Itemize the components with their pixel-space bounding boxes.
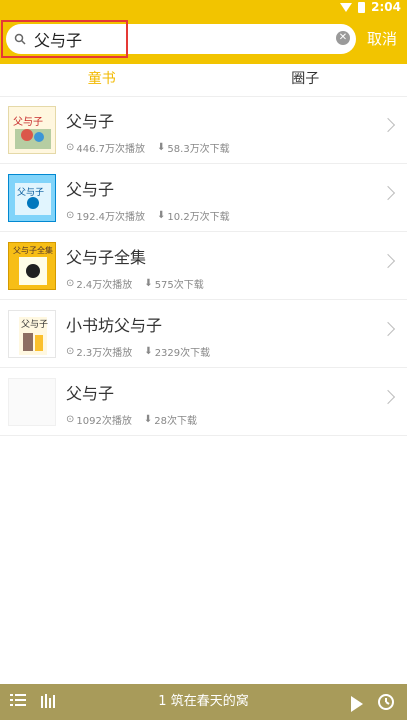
chevron-right-icon: [380, 253, 396, 269]
status-bar: 2:04: [0, 0, 407, 14]
clear-icon[interactable]: ✕: [336, 31, 350, 45]
downloads-stat: ⬇ 10.2万次下载: [157, 208, 230, 223]
wifi-icon: [340, 2, 353, 12]
cover-label: 父与子: [13, 117, 43, 128]
item-title: 父与子: [66, 384, 115, 403]
download-count: 58.3万次下载: [167, 144, 230, 155]
download-count: 2329次下载: [154, 348, 211, 359]
download-count: 575次下载: [154, 280, 204, 291]
list-item[interactable]: 父与子全集 父与子全集 ⊙ 2.4万次播放 ⬇ 575次下载: [0, 232, 407, 300]
now-playing-title[interactable]: 1 筑在春天的窝: [0, 684, 407, 720]
list-item[interactable]: 父与子 父与子 ⊙ 446.7万次播放 ⬇ 58.3万次下载: [0, 96, 407, 164]
play-icon[interactable]: [351, 696, 363, 712]
book-cover: [8, 378, 56, 426]
status-icons: 2:04: [340, 0, 401, 15]
plays-stat: ⊙ 2.3万次播放: [66, 344, 132, 359]
book-cover: 父与子: [8, 310, 56, 358]
cover-label: 父与子: [17, 188, 45, 198]
search-input[interactable]: [34, 25, 324, 53]
chevron-right-icon: [380, 389, 396, 405]
downloads-stat: ⬇ 575次下载: [144, 276, 203, 291]
play-count-icon: ⊙: [66, 414, 75, 425]
item-meta: ⊙ 2.3万次播放 ⬇ 2329次下载: [66, 344, 210, 359]
cancel-button[interactable]: 取消: [367, 27, 397, 51]
item-title: 父与子全集: [66, 248, 147, 267]
cover-label: 父与子全集: [13, 246, 53, 255]
downloads-stat: ⬇ 58.3万次下载: [157, 140, 230, 155]
list-item[interactable]: 父与子 小书坊父与子 ⊙ 2.3万次播放 ⬇ 2329次下载: [0, 300, 407, 368]
item-meta: ⊙ 2.4万次播放 ⬇ 575次下载: [66, 276, 204, 291]
download-icon: ⬇: [144, 346, 153, 357]
chevron-right-icon: [380, 117, 396, 133]
play-count: 2.3万次播放: [76, 348, 133, 359]
download-icon: ⬇: [157, 210, 166, 221]
download-count: 10.2万次下载: [167, 212, 230, 223]
search-bar: ✕ 取消: [0, 14, 407, 64]
book-cover: 父与子: [8, 106, 56, 154]
item-meta: ⊙ 1092次播放 ⬇ 28次下载: [66, 412, 197, 427]
list-item[interactable]: 父与子 ⊙ 1092次播放 ⬇ 28次下载: [0, 368, 407, 436]
download-count: 28次下载: [154, 416, 197, 427]
play-count: 1092次播放: [76, 416, 132, 427]
results-list: 父与子 父与子 ⊙ 446.7万次播放 ⬇ 58.3万次下载 父与子 父与子 ⊙…: [0, 96, 407, 436]
chevron-right-icon: [380, 185, 396, 201]
cover-label: 父与子: [21, 320, 49, 330]
play-count: 446.7万次播放: [76, 144, 146, 155]
plays-stat: ⊙ 2.4万次播放: [66, 276, 132, 291]
list-item[interactable]: 父与子 父与子 ⊙ 192.4万次播放 ⬇ 10.2万次下载: [0, 164, 407, 232]
book-cover: 父与子: [8, 174, 56, 222]
plays-stat: ⊙ 446.7万次播放: [66, 140, 145, 155]
history-icon[interactable]: [377, 693, 395, 715]
play-count-icon: ⊙: [66, 346, 75, 357]
plays-stat: ⊙ 1092次播放: [66, 412, 132, 427]
item-title: 父与子: [66, 180, 115, 199]
tab-circles[interactable]: 圈子: [204, 64, 407, 96]
play-count-icon: ⊙: [66, 210, 75, 221]
play-count: 192.4万次播放: [76, 212, 146, 223]
search-icon: [12, 31, 28, 47]
item-title: 父与子: [66, 112, 115, 131]
download-icon: ⬇: [157, 142, 166, 153]
tab-bar: 童书 圈子: [0, 64, 407, 97]
download-icon: ⬇: [144, 278, 153, 289]
play-count-icon: ⊙: [66, 278, 75, 289]
download-icon: ⬇: [143, 414, 153, 425]
player-bar: 1 筑在春天的窝: [0, 684, 407, 720]
play-count: 2.4万次播放: [76, 280, 133, 291]
search-box[interactable]: ✕: [6, 24, 356, 54]
downloads-stat: ⬇ 28次下载: [144, 412, 197, 427]
player-right-controls: [351, 693, 395, 715]
item-meta: ⊙ 446.7万次播放 ⬇ 58.3万次下载: [66, 140, 230, 155]
battery-icon: [358, 1, 366, 13]
chevron-right-icon: [380, 321, 396, 337]
item-meta: ⊙ 192.4万次播放 ⬇ 10.2万次下载: [66, 208, 230, 223]
item-title: 小书坊父与子: [66, 316, 163, 335]
tab-books[interactable]: 童书: [0, 64, 204, 96]
play-count-icon: ⊙: [66, 142, 75, 153]
downloads-stat: ⬇ 2329次下载: [144, 344, 210, 359]
status-time: 2:04: [371, 0, 401, 14]
plays-stat: ⊙ 192.4万次播放: [66, 208, 145, 223]
book-cover: 父与子全集: [8, 242, 56, 290]
